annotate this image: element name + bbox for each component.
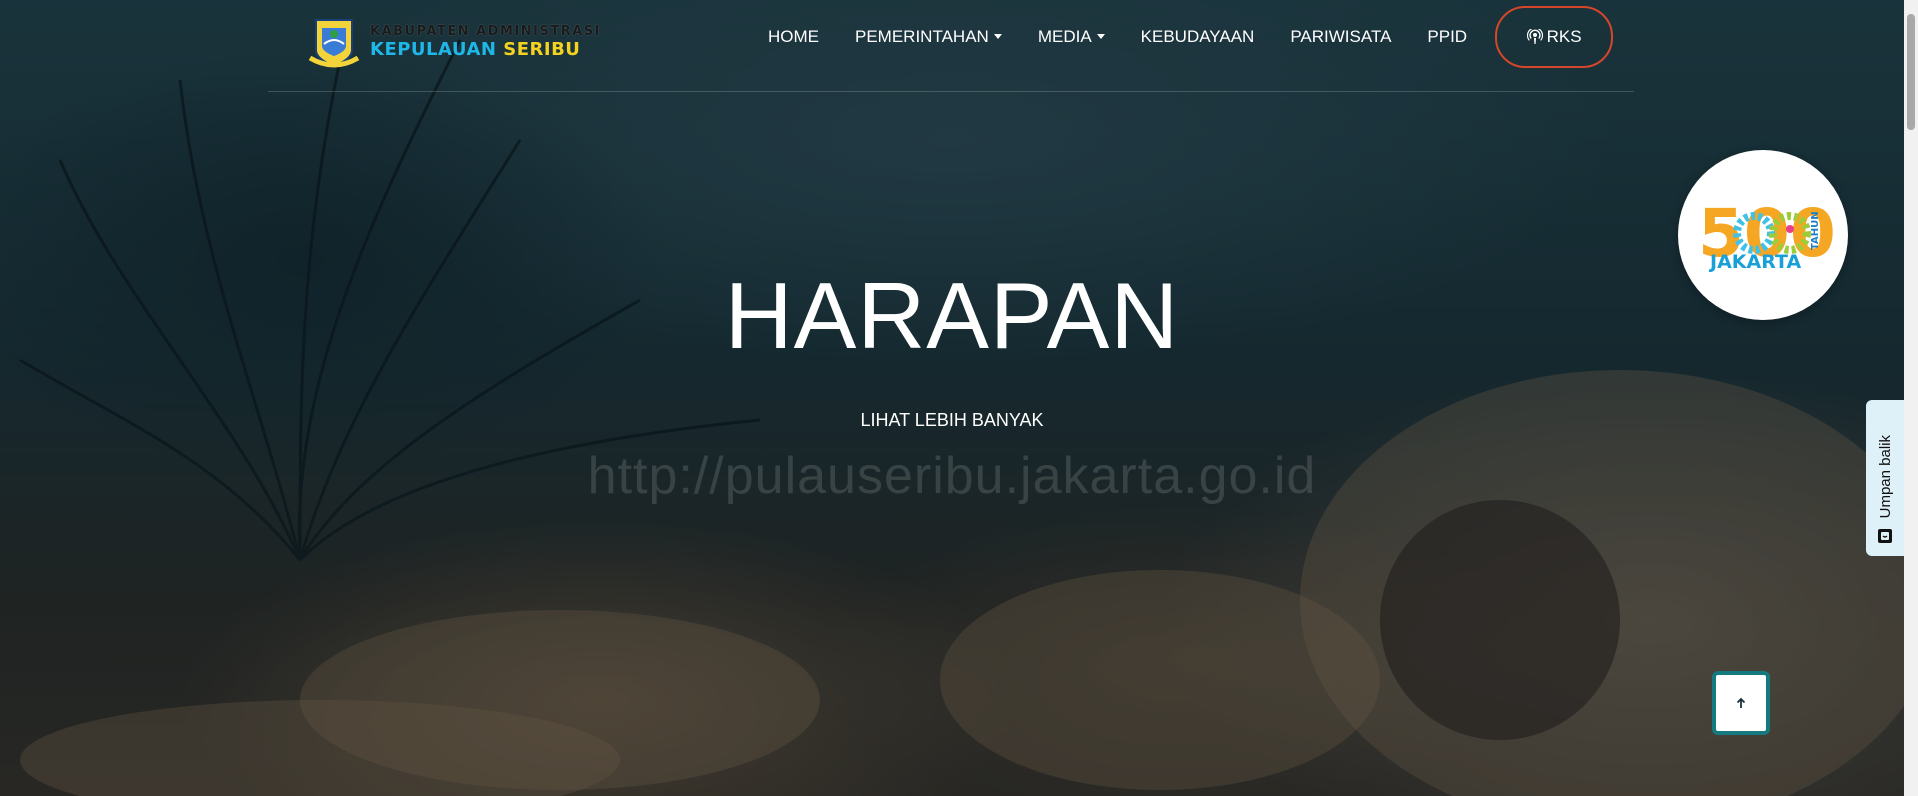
nav-item-label: KEBUDAYAAN [1140, 27, 1255, 46]
feedback-tab[interactable]: Umpan balik [1866, 400, 1904, 556]
vertical-scrollbar[interactable] [1904, 0, 1918, 796]
caret-down-icon [993, 33, 1002, 39]
url-watermark: http://pulauseribu.jakarta.go.id [587, 447, 1317, 505]
logo-word-kepulauan: KEPULAUAN [370, 39, 497, 60]
podcast-icon [1526, 29, 1543, 44]
feedback-label: Umpan balik [1876, 434, 1894, 518]
nav-item-label: PPID [1427, 27, 1468, 46]
logo-title-line2: KEPULAUAN SERIBU [370, 41, 601, 59]
nav-item-label: PARIWISATA [1290, 27, 1392, 46]
site-logo[interactable]: KABUPATEN ADMINISTRASI KEPULAUAN SERIBU [306, 14, 601, 70]
badge-city: JAKARTA [1708, 251, 1801, 273]
logo-word-seribu: SERIBU [503, 39, 581, 60]
top-navbar: KABUPATEN ADMINISTRASI KEPULAUAN SERIBU … [268, 0, 1634, 92]
arrow-up-icon [1736, 697, 1746, 708]
nav-item-kebudayaan[interactable]: KEBUDAYAAN [1141, 27, 1255, 47]
nav-item-label: RKS [1546, 27, 1582, 46]
nav-item-label: PEMERINTAHAN [855, 27, 989, 46]
hero-background [0, 0, 1904, 796]
see-more-link[interactable]: LIHAT LEBIH BANYAK [0, 410, 1904, 431]
nav-item-rks[interactable]: RKS [1495, 6, 1614, 68]
nav-item-label: MEDIA [1037, 27, 1092, 46]
nav-item-label: HOME [768, 27, 819, 46]
hero-title: HARAPAN [724, 263, 1180, 368]
nav-item-pariwisata[interactable]: PARIWISATA [1290, 27, 1391, 47]
nav-item-pemerintahan[interactable]: PEMERINTAHAN [855, 27, 1002, 47]
logo-emblem-icon [306, 14, 362, 70]
nav-item-home[interactable]: HOME [768, 27, 819, 47]
logo-title-line1: KABUPATEN ADMINISTRASI [370, 24, 601, 39]
see-more-label[interactable]: LIHAT LEBIH BANYAK [860, 410, 1043, 430]
nav-item-media[interactable]: MEDIA [1038, 27, 1105, 47]
jakarta-500-badge[interactable]: 500 TAHUN JAKARTA [1678, 150, 1848, 320]
badge-tahun: TAHUN [1810, 211, 1821, 250]
scrollbar-thumb[interactable] [1907, 14, 1915, 130]
coral-reef-image [19, 39, 1904, 796]
main-menu: HOME PEMERINTAHAN MEDIA KEBUDAYAAN PARIW… [768, 6, 1614, 68]
caret-down-icon [1096, 33, 1105, 39]
nav-item-ppid[interactable]: PPID [1427, 27, 1467, 47]
jakarta-500-logo: 500 TAHUN JAKARTA [1698, 195, 1836, 273]
feedback-icon [1878, 529, 1892, 543]
back-to-top-button[interactable] [1712, 671, 1770, 735]
